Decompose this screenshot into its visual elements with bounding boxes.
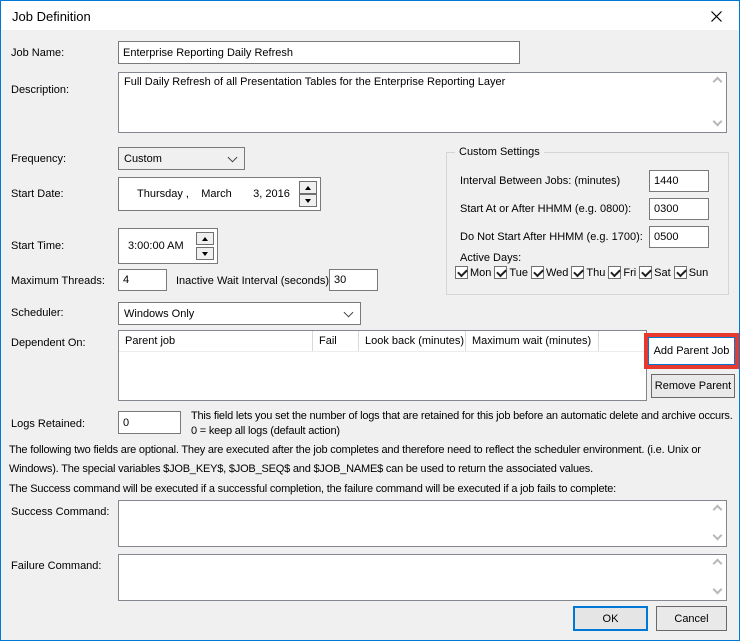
success-command-label: Success Command: xyxy=(11,506,110,518)
spin-up-button[interactable] xyxy=(299,181,317,194)
active-days-label: Active Days: xyxy=(460,252,522,264)
spin-up-button[interactable] xyxy=(196,232,214,245)
triangle-up-icon xyxy=(305,185,311,190)
success-command-box xyxy=(118,500,727,547)
start-at-or-after-label: Start At or After HHMM (e.g. 0800): xyxy=(460,203,632,215)
window-title: Job Definition xyxy=(12,9,91,24)
scheduler-select[interactable]: Windows Only xyxy=(118,302,361,325)
do-not-start-after-input[interactable] xyxy=(649,226,709,248)
logs-retained-help: This field lets you set the number of lo… xyxy=(191,410,733,437)
triangle-down-icon xyxy=(305,198,311,203)
chevron-down-icon xyxy=(227,152,238,162)
checked-checkbox-icon xyxy=(639,266,653,279)
triangle-up-icon xyxy=(202,236,208,241)
checked-checkbox-icon xyxy=(673,266,687,279)
start-date-label: Start Date: xyxy=(11,188,64,200)
close-icon xyxy=(710,10,722,22)
maximum-threads-input[interactable] xyxy=(118,269,167,291)
red-annotation-box: Add Parent Job xyxy=(644,333,739,369)
do-not-start-after-label: Do Not Start After HHMM (e.g. 1700): xyxy=(460,231,643,243)
checked-checkbox-icon xyxy=(608,266,622,279)
interval-between-jobs-label: Interval Between Jobs: (minutes) xyxy=(460,175,621,187)
scroll-down-icon[interactable] xyxy=(712,530,723,541)
success-command-textarea[interactable] xyxy=(119,501,708,546)
description-textarea[interactable]: Full Daily Refresh of all Presentation T… xyxy=(119,73,708,132)
start-at-or-after-input[interactable] xyxy=(649,198,709,220)
failure-command-textarea[interactable] xyxy=(119,555,708,600)
interval-between-jobs-input[interactable] xyxy=(649,170,709,192)
scheduler-label: Scheduler: xyxy=(11,307,64,319)
spin-down-button[interactable] xyxy=(299,194,317,207)
checkbox-sat[interactable]: Sat xyxy=(639,266,671,279)
start-date-picker[interactable]: Thursday , March 3, 2016 xyxy=(118,177,321,211)
remove-parent-button[interactable]: Remove Parent xyxy=(651,374,735,398)
description-label: Description: xyxy=(11,84,70,96)
custom-settings-group: Custom Settings Interval Between Jobs: (… xyxy=(446,146,729,295)
column-spacer xyxy=(599,331,646,351)
checkbox-wed[interactable]: Wed xyxy=(530,266,568,279)
failure-command-label: Failure Command: xyxy=(11,560,102,572)
triangle-down-icon xyxy=(202,251,208,256)
close-button[interactable] xyxy=(701,5,731,27)
scroll-up-icon[interactable] xyxy=(712,504,723,515)
column-maximum-wait[interactable]: Maximum wait (minutes) xyxy=(466,331,599,351)
column-parent-job[interactable]: Parent job xyxy=(119,331,313,351)
scroll-down-icon[interactable] xyxy=(712,584,723,595)
checked-checkbox-icon xyxy=(530,266,544,279)
ok-button[interactable]: OK xyxy=(573,606,648,631)
checked-checkbox-icon xyxy=(571,266,585,279)
cancel-button[interactable]: Cancel xyxy=(656,606,727,631)
scroll-down-icon[interactable] xyxy=(712,116,723,127)
start-time-label: Start Time: xyxy=(11,240,65,252)
checkbox-mon[interactable]: Mon xyxy=(455,266,491,279)
chevron-down-icon xyxy=(343,307,354,317)
logs-retained-input[interactable] xyxy=(118,411,181,434)
start-date-value: Thursday , March 3, 2016 xyxy=(137,188,290,200)
frequency-label: Frequency: xyxy=(11,153,67,165)
start-time-picker[interactable]: 3:00:00 AM xyxy=(118,228,218,264)
logs-retained-label: Logs Retained: xyxy=(11,418,85,430)
column-look-back[interactable]: Look back (minutes) xyxy=(359,331,466,351)
job-definition-dialog: Job Definition Job Name: Description: Fu… xyxy=(0,0,740,641)
frequency-value: Custom xyxy=(124,152,162,165)
spin-down-button[interactable] xyxy=(196,247,214,260)
note-optional-fields: The following two fields are optional. T… xyxy=(9,444,701,475)
checkbox-tue[interactable]: Tue xyxy=(494,266,528,279)
scroll-up-icon[interactable] xyxy=(712,558,723,569)
job-name-label: Job Name: xyxy=(11,47,65,59)
column-fail[interactable]: Fail xyxy=(313,331,359,351)
checked-checkbox-icon xyxy=(455,266,468,279)
add-parent-job-button[interactable]: Add Parent Job xyxy=(648,337,735,365)
checkbox-fri[interactable]: Fri xyxy=(608,266,636,279)
dependents-table: Parent job Fail Look back (minutes) Maxi… xyxy=(118,330,647,401)
note-success-failure: The Success command will be executed if … xyxy=(9,483,617,495)
inactive-wait-input[interactable] xyxy=(329,269,378,291)
failure-command-box xyxy=(118,554,727,601)
custom-settings-title: Custom Settings xyxy=(455,146,544,158)
maximum-threads-label: Maximum Threads: xyxy=(11,275,105,287)
job-name-input[interactable] xyxy=(118,41,520,64)
active-days-row: Mon Tue Wed Thu Fri Sat Sun xyxy=(455,266,724,279)
checked-checkbox-icon xyxy=(494,266,508,279)
checkbox-thu[interactable]: Thu xyxy=(571,266,605,279)
frequency-select[interactable]: Custom xyxy=(118,147,245,170)
inactive-wait-label: Inactive Wait Interval (seconds): xyxy=(176,275,333,287)
scheduler-value: Windows Only xyxy=(124,307,195,320)
start-time-value: 3:00:00 AM xyxy=(128,240,184,252)
dependent-on-label: Dependent On: xyxy=(11,337,86,349)
titlebar: Job Definition xyxy=(1,1,739,30)
description-box: Full Daily Refresh of all Presentation T… xyxy=(118,72,727,133)
checkbox-sun[interactable]: Sun xyxy=(673,266,708,279)
dependents-table-header: Parent job Fail Look back (minutes) Maxi… xyxy=(119,331,646,352)
scroll-up-icon[interactable] xyxy=(712,76,723,87)
